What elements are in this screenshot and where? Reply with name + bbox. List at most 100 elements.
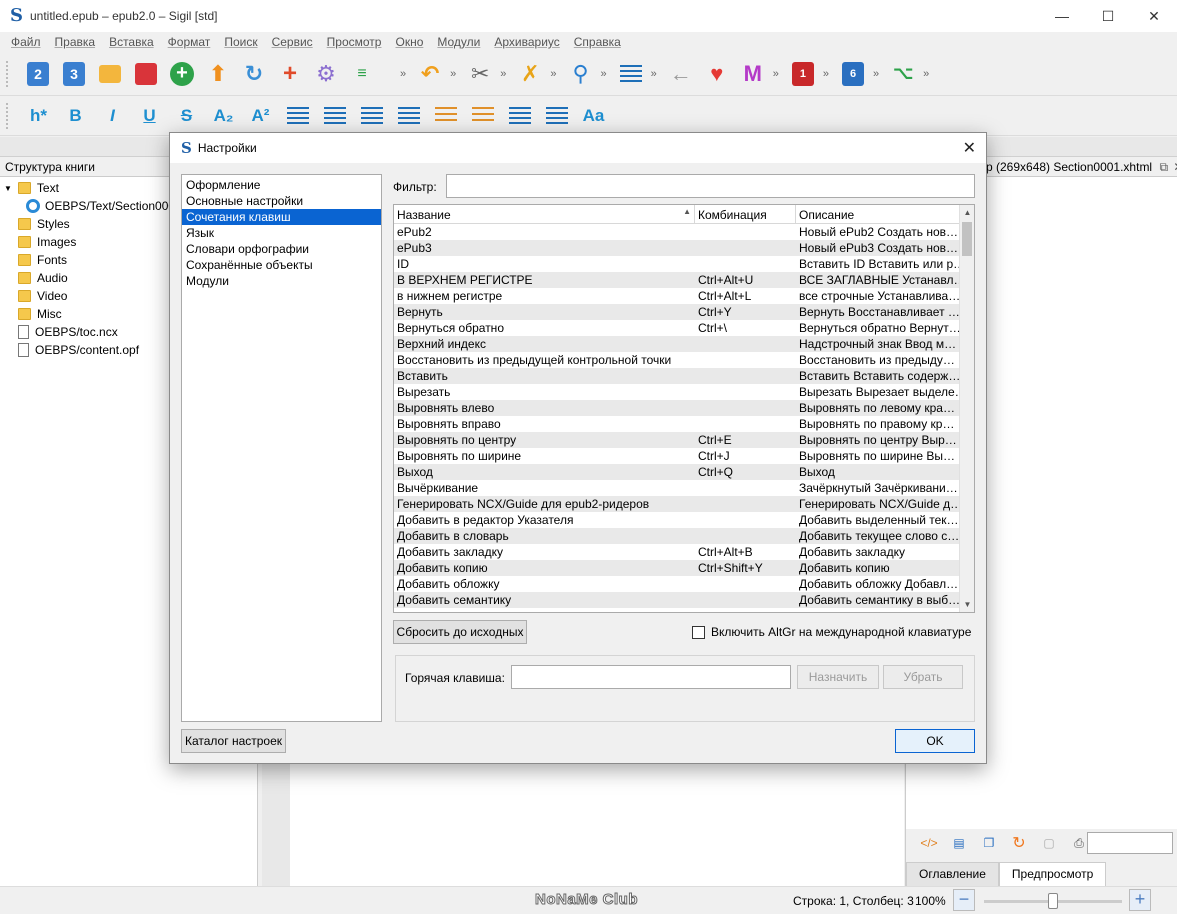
table-row[interactable]: Вернуться обратно Ctrl+\ Вернуться обратно… bbox=[394, 320, 960, 336]
toolbar-overflow[interactable]: » bbox=[923, 68, 929, 80]
new-epub2-icon[interactable]: 2 bbox=[20, 58, 56, 90]
find-icon[interactable]: ⚲ bbox=[563, 58, 599, 90]
heart-icon[interactable]: ♥ bbox=[699, 58, 735, 90]
numbered-list-icon[interactable] bbox=[464, 101, 501, 131]
category-dictionaries[interactable]: Словари орфографии bbox=[182, 241, 381, 257]
add-plus-icon[interactable]: + bbox=[272, 58, 308, 90]
toolbar-overflow[interactable]: » bbox=[873, 68, 879, 80]
italic-button[interactable]: I bbox=[94, 101, 131, 131]
toolbar-overflow[interactable]: » bbox=[500, 68, 506, 80]
menu-view[interactable]: Просмотр bbox=[320, 35, 389, 49]
code-icon[interactable]: </> bbox=[914, 836, 944, 850]
expand-arrow-icon[interactable]: ▼ bbox=[4, 184, 12, 193]
minimize-button[interactable]: — bbox=[1039, 0, 1085, 32]
table-row[interactable]: Верхний индекс Надстрочный знак Ввод м… bbox=[394, 336, 960, 352]
table-row[interactable]: Выровнять влево Выровнять по левому кра… bbox=[394, 400, 960, 416]
float-icon[interactable]: ⧉ bbox=[1159, 160, 1168, 174]
scroll-up-icon[interactable]: ▲ bbox=[960, 205, 974, 220]
assign-button[interactable]: Назначить bbox=[797, 665, 879, 689]
sort-icon[interactable]: ≡ bbox=[344, 58, 380, 90]
maximize-button[interactable]: ☐ bbox=[1085, 0, 1131, 32]
table-row[interactable]: В ВЕРХНЕМ РЕГИСТРЕ Ctrl+Alt+U ВСЕ ЗАГЛАВНЫ… bbox=[394, 272, 960, 288]
table-row[interactable]: ePub2 Новый ePub2 Создать нов… bbox=[394, 224, 960, 240]
altgr-option[interactable]: Включить AltGr на международной клавиату… bbox=[692, 625, 971, 639]
save-icon[interactable] bbox=[128, 58, 164, 90]
indent-icon[interactable] bbox=[538, 101, 575, 131]
table-row[interactable]: Вставить Вставить Вставить содерж… bbox=[394, 368, 960, 384]
underline-button[interactable]: U bbox=[131, 101, 168, 131]
settings-catalog-button[interactable]: Каталог настроек bbox=[181, 729, 286, 753]
add-file-icon[interactable]: + bbox=[164, 58, 200, 90]
heading-button[interactable]: h* bbox=[20, 101, 57, 131]
toolbar-overflow[interactable]: » bbox=[601, 68, 607, 80]
category-plugins[interactable]: Модули bbox=[182, 273, 381, 289]
toolbar-overflow[interactable]: » bbox=[450, 68, 456, 80]
table-scrollbar[interactable]: ▲ ▼ bbox=[959, 205, 974, 612]
table-row[interactable]: Восстановить из предыдущей контрольной т… bbox=[394, 352, 960, 368]
toc-icon[interactable] bbox=[613, 58, 649, 90]
plugin-6-icon[interactable]: 6 bbox=[835, 58, 871, 90]
new-epub3-icon[interactable]: 3 bbox=[56, 58, 92, 90]
dialog-close-button[interactable]: ✕ bbox=[963, 138, 976, 158]
table-row[interactable]: Генерировать NCX/Guide для epub2-ридеров… bbox=[394, 496, 960, 512]
menu-plugins[interactable]: Модули bbox=[430, 35, 487, 49]
table-row[interactable]: Вырезать Вырезать Вырезает выделе… bbox=[394, 384, 960, 400]
gear-icon[interactable]: ⚙ bbox=[308, 58, 344, 90]
align-right-icon[interactable] bbox=[353, 101, 390, 131]
zoom-slider-thumb[interactable] bbox=[1048, 893, 1058, 909]
menu-file[interactable]: Файл bbox=[4, 35, 48, 49]
copy-icon[interactable]: ❐ bbox=[974, 836, 1004, 850]
reset-defaults-button[interactable]: Сбросить до исходных bbox=[393, 620, 527, 644]
menu-help[interactable]: Справка bbox=[567, 35, 628, 49]
subscript-button[interactable]: A₂ bbox=[205, 101, 242, 131]
bullet-list-icon[interactable] bbox=[427, 101, 464, 131]
move-up-icon[interactable]: ⬆ bbox=[200, 58, 236, 90]
category-saved-clips[interactable]: Сохранённые объекты bbox=[182, 257, 381, 273]
outdent-icon[interactable] bbox=[501, 101, 538, 131]
zoom-out-button[interactable]: − bbox=[953, 889, 975, 911]
toolbar-overflow[interactable]: » bbox=[651, 68, 657, 80]
hotkey-input[interactable] bbox=[511, 665, 791, 689]
zoom-slider[interactable] bbox=[984, 893, 1122, 909]
table-row[interactable]: Добавить в редактор Указателя Добавить вы… bbox=[394, 512, 960, 528]
cut-icon[interactable]: ✂ bbox=[462, 58, 498, 90]
spellcheck-icon[interactable]: ✗ bbox=[512, 58, 548, 90]
table-row[interactable]: ID Вставить ID Вставить или р… bbox=[394, 256, 960, 272]
bold-button[interactable]: B bbox=[57, 101, 94, 131]
menu-edit[interactable]: Правка bbox=[48, 35, 103, 49]
column-header-name[interactable]: Название ▲ bbox=[394, 205, 695, 224]
code-view[interactable] bbox=[290, 762, 904, 886]
css-icon[interactable]: ▢ bbox=[1034, 836, 1064, 850]
tab-toc[interactable]: Оглавление bbox=[906, 862, 999, 886]
ok-button[interactable]: OK bbox=[895, 729, 975, 753]
panel-close-icon[interactable]: ✕ bbox=[1173, 160, 1177, 174]
table-row[interactable]: Добавить закладку Ctrl+Alt+B Добавить закл… bbox=[394, 544, 960, 560]
altgr-checkbox[interactable] bbox=[692, 625, 705, 639]
scrollbar-thumb[interactable] bbox=[962, 222, 972, 256]
preview-zoom-input[interactable] bbox=[1087, 832, 1173, 854]
toolbar-overflow[interactable]: » bbox=[550, 68, 556, 80]
table-row[interactable]: Вернуть Ctrl+Y Вернуть Восстанавливает … bbox=[394, 304, 960, 320]
reload-icon[interactable]: ↻ bbox=[1004, 833, 1034, 853]
document-icon[interactable]: ▤ bbox=[944, 836, 974, 850]
metadata-m-icon[interactable]: M bbox=[735, 58, 771, 90]
column-header-combination[interactable]: Комбинация bbox=[695, 205, 796, 224]
strikethrough-button[interactable]: S bbox=[168, 101, 205, 131]
scroll-down-icon[interactable]: ▼ bbox=[960, 597, 974, 612]
table-row[interactable]: Выход Ctrl+Q Выход bbox=[394, 464, 960, 480]
menu-archivist[interactable]: Архивариус bbox=[487, 35, 566, 49]
menu-tools[interactable]: Сервис bbox=[265, 35, 320, 49]
plugin-1-icon[interactable]: 1 bbox=[785, 58, 821, 90]
category-language[interactable]: Язык bbox=[182, 225, 381, 241]
table-row[interactable]: Добавить копию Ctrl+Shift+Y Добавить копию bbox=[394, 560, 960, 576]
zoom-in-button[interactable]: + bbox=[1129, 889, 1151, 911]
category-appearance[interactable]: Оформление bbox=[182, 177, 381, 193]
menu-insert[interactable]: Вставка bbox=[102, 35, 161, 49]
tree-icon[interactable]: ⌥ bbox=[885, 58, 921, 90]
change-case-button[interactable]: Aa bbox=[575, 101, 612, 131]
table-row[interactable]: Вычёркивание Зачёркнутый Зачёркивани… bbox=[394, 480, 960, 496]
column-header-description[interactable]: Описание bbox=[796, 205, 960, 224]
align-justify-icon[interactable] bbox=[390, 101, 427, 131]
toolbar-overflow[interactable]: » bbox=[823, 68, 829, 80]
undo-icon[interactable]: ↶ bbox=[412, 58, 448, 90]
